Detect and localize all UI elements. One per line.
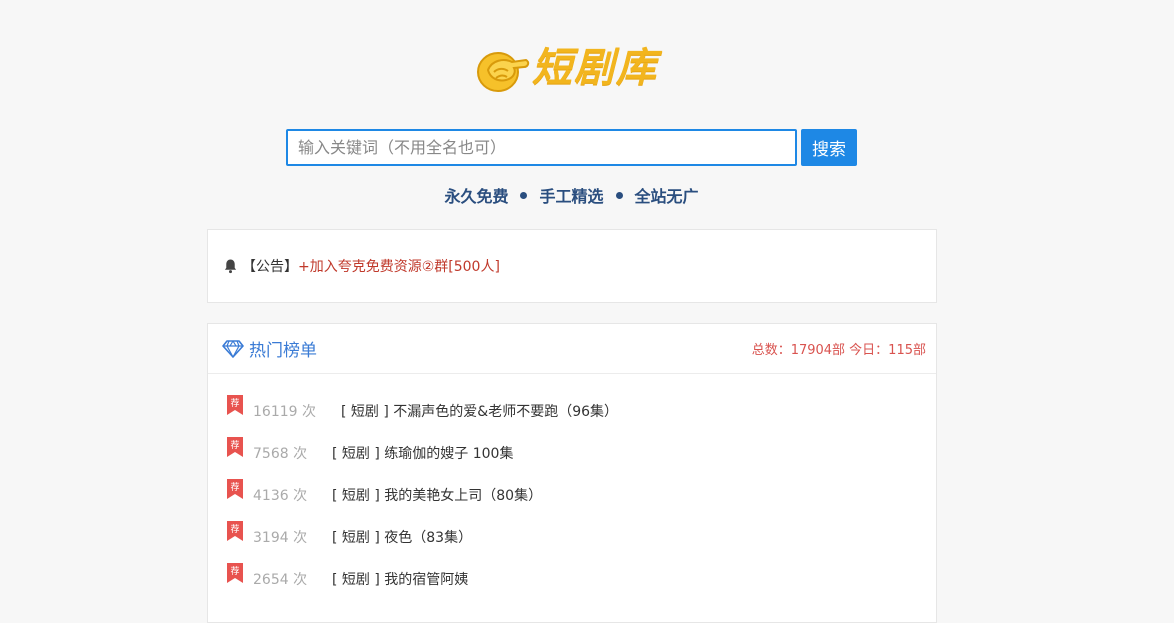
site-logo[interactable]: 短剧库: [474, 40, 658, 96]
svg-text:荐: 荐: [230, 398, 239, 409]
notice-card: 【公告】 +加入夸克免费资源②群[500人]: [207, 229, 937, 303]
list-item: 荐 3194 次 [ 短剧 ] 夜色（83集）: [227, 518, 936, 560]
hot-list-title: 热门榜单: [222, 336, 317, 361]
list-item: 荐 7568 次 [ 短剧 ] 练瑜伽的嫂子 100集: [227, 434, 936, 476]
view-count: 7568 次: [253, 446, 308, 462]
drama-title-link[interactable]: [ 短剧 ] 我的美艳女上司（80集）: [332, 485, 542, 505]
recommend-badge-icon: 荐: [227, 479, 243, 499]
slogan-item: 全站无广: [634, 187, 699, 206]
slogan-item: 永久免费: [444, 187, 509, 206]
search-button[interactable]: 搜索: [801, 129, 857, 166]
list-item: 荐 4136 次 [ 短剧 ] 我的美艳女上司（80集）: [227, 476, 936, 518]
hot-list: 荐 16119 次 [ 短剧 ] 不漏声色的爱&老师不要跑（96集） 荐 756…: [208, 374, 936, 602]
hot-list-card: 热门榜单 总数：17904部 今日：115部 荐 16119 次 [ 短剧 ] …: [207, 323, 937, 623]
recommend-badge-icon: 荐: [227, 395, 243, 415]
slogan: 永久免费 手工精选 全站无广: [0, 184, 1143, 210]
bell-icon: [224, 259, 237, 274]
view-count: 2654 次: [253, 572, 308, 588]
hot-list-title-text: 热门榜单: [249, 341, 317, 361]
view-count: 4136 次: [253, 488, 308, 504]
notice-label: 【公告】: [242, 259, 298, 275]
search-bar: 搜索: [286, 129, 857, 166]
view-count: 16119 次: [253, 404, 316, 420]
svg-text:荐: 荐: [230, 440, 239, 451]
diamond-icon: [222, 339, 244, 358]
total-stats: 总数：17904部 今日：115部: [751, 343, 926, 358]
logo-text: 短剧库: [532, 44, 658, 91]
list-item: 荐 2654 次 [ 短剧 ] 我的宿管阿姨: [227, 560, 936, 602]
recommend-badge-icon: 荐: [227, 563, 243, 583]
svg-text:荐: 荐: [230, 482, 239, 493]
bullet-dot-icon: [615, 192, 623, 199]
slogan-item: 手工精选: [539, 187, 604, 206]
search-input[interactable]: [286, 129, 797, 166]
view-count: 3194 次: [253, 530, 308, 546]
hot-list-header: 热门榜单 总数：17904部 今日：115部: [208, 324, 936, 374]
bullet-dot-icon: [520, 192, 528, 199]
list-item: 荐 16119 次 [ 短剧 ] 不漏声色的爱&老师不要跑（96集）: [227, 392, 936, 434]
drama-title-link[interactable]: [ 短剧 ] 不漏声色的爱&老师不要跑（96集）: [341, 401, 618, 421]
drama-title-link[interactable]: [ 短剧 ] 练瑜伽的嫂子 100集: [332, 443, 513, 463]
svg-text:荐: 荐: [230, 524, 239, 535]
notice-link[interactable]: +加入夸克免费资源②群[500人]: [298, 256, 500, 276]
drama-title-link[interactable]: [ 短剧 ] 我的宿管阿姨: [332, 569, 468, 589]
drama-title-link[interactable]: [ 短剧 ] 夜色（83集）: [332, 527, 472, 547]
svg-text:荐: 荐: [230, 566, 239, 577]
recommend-badge-icon: 荐: [227, 437, 243, 457]
recommend-badge-icon: 荐: [227, 521, 243, 541]
logo-hand-icon: [477, 52, 530, 92]
